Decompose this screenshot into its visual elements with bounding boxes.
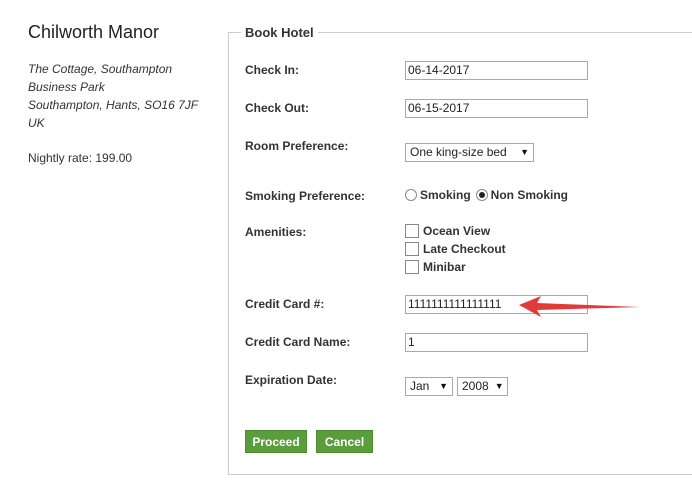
credit-card-input[interactable]: 1111111111111111: [405, 295, 588, 314]
amenities-label: Amenities:: [245, 225, 307, 239]
late-checkout-checkbox[interactable]: [405, 242, 419, 256]
triangle-down-icon: ▼: [494, 381, 504, 391]
book-hotel-legend: Book Hotel: [245, 25, 314, 40]
room-preference-label: Room Preference:: [245, 139, 349, 153]
credit-card-name-label: Credit Card Name:: [245, 335, 351, 349]
credit-card-label: Credit Card #:: [245, 297, 325, 311]
hotel-address: The Cottage, Southampton Business Park S…: [28, 60, 198, 132]
check-out-input[interactable]: 06-15-2017: [405, 99, 588, 118]
amenity-late-checkout[interactable]: Late Checkout: [405, 242, 506, 256]
hotel-name: Chilworth Manor: [28, 22, 160, 42]
check-in-label: Check In:: [245, 63, 300, 77]
smoking-radio-label: Smoking: [420, 188, 471, 202]
address-line: Southampton, Hants, SO16 7JF: [28, 98, 199, 112]
expiration-year-value: 2008: [462, 379, 489, 393]
triangle-down-icon: ▼: [439, 381, 448, 391]
room-preference-select[interactable]: One king-size bed ▼: [405, 143, 534, 162]
expiration-date-label: Expiration Date:: [245, 373, 338, 387]
radio-selected-dot: [478, 192, 485, 198]
late-checkout-label: Late Checkout: [423, 242, 506, 256]
non-smoking-radio[interactable]: [475, 189, 488, 201]
check-in-input[interactable]: 06-14-2017: [405, 61, 588, 80]
room-preference-value: One king-size bed: [410, 145, 507, 159]
address-line: Business Park: [28, 80, 105, 94]
minibar-label: Minibar: [423, 260, 466, 274]
address-line: UK: [28, 116, 45, 130]
credit-card-name-input[interactable]: 1: [405, 333, 588, 352]
expiration-month-select[interactable]: Jan ▼: [405, 377, 453, 396]
check-out-label: Check Out:: [245, 101, 310, 115]
address-line: The Cottage, Southampton: [28, 62, 173, 76]
smoking-preference-label: Smoking Preference:: [245, 189, 366, 203]
non-smoking-radio-label: Non Smoking: [490, 188, 569, 202]
expiration-year-select[interactable]: 2008 ▼: [457, 377, 508, 396]
amenity-ocean-view[interactable]: Ocean View: [405, 224, 490, 238]
proceed-button[interactable]: Proceed: [245, 430, 307, 453]
ocean-view-label: Ocean View: [423, 224, 491, 238]
triangle-down-icon: ▼: [520, 147, 529, 157]
smoking-radio[interactable]: [405, 189, 417, 201]
minibar-checkbox[interactable]: [405, 260, 419, 274]
ocean-view-checkbox[interactable]: [405, 224, 419, 238]
nightly-rate: Nightly rate: 199.00: [28, 151, 133, 165]
amenity-minibar[interactable]: Minibar: [405, 260, 466, 274]
cancel-button[interactable]: Cancel: [316, 430, 373, 453]
expiration-month-value: Jan: [410, 379, 430, 393]
smoking-preference-group: Smoking Non Smoking: [405, 188, 573, 202]
